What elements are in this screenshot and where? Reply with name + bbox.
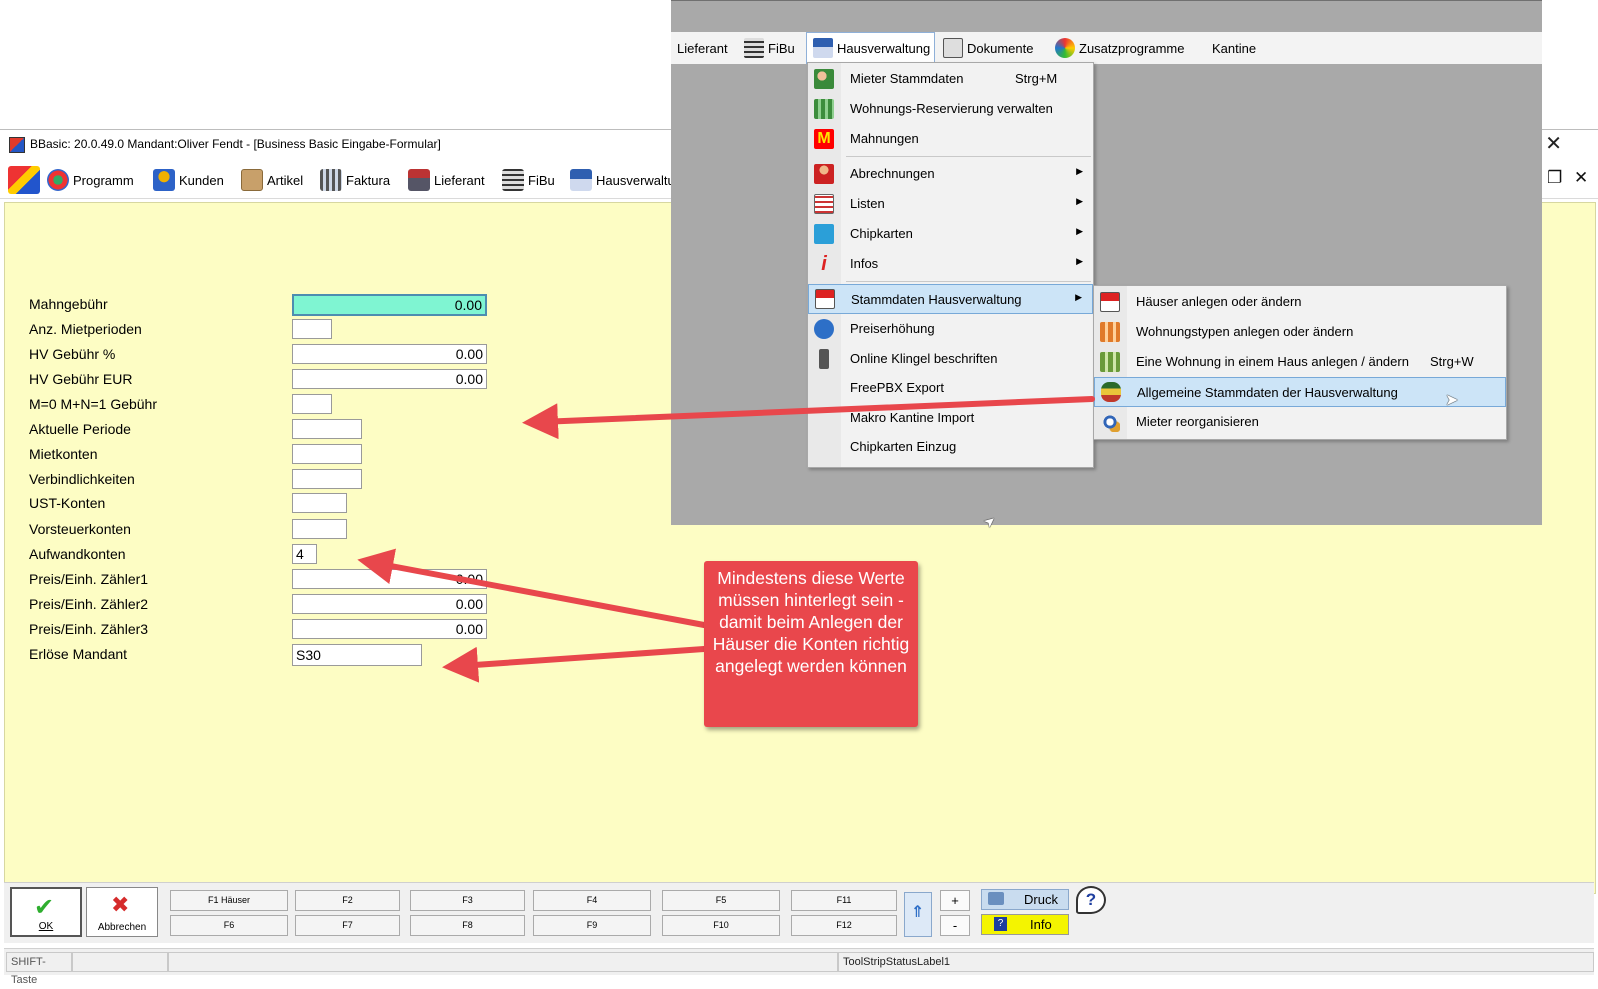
annotation-text: Mindestens diese Werte müssen hinterlegt…: [712, 568, 910, 676]
arrow-to-erloese-mandant: [442, 646, 707, 683]
arrow-to-aufwandkonten: [357, 548, 707, 628]
arrow-to-aktuelle-periode: [522, 396, 1095, 440]
annotation-arrows: [357, 396, 1095, 683]
annotation-callout: Mindestens diese Werte müssen hinterlegt…: [704, 561, 918, 727]
